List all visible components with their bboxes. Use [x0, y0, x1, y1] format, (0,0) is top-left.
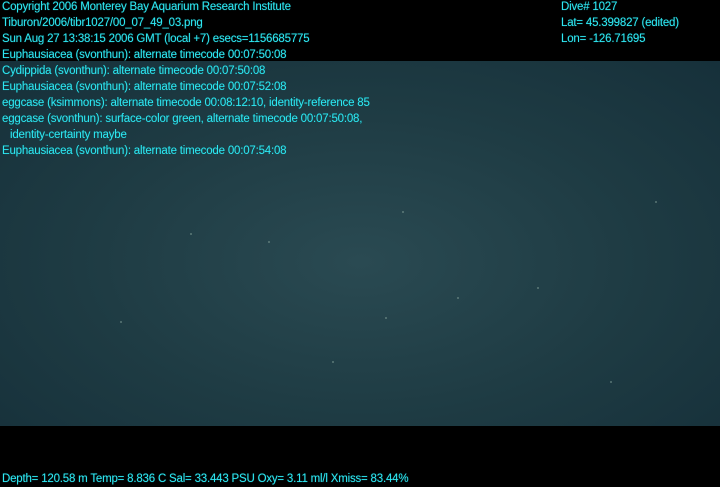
annotation-line: Cydippida (svonthun): alternate timecode… [2, 65, 266, 77]
copyright-line: Copyright 2006 Monterey Bay Aquarium Res… [2, 1, 291, 13]
particle [402, 211, 404, 213]
header-left: Copyright 2006 Monterey Bay Aquarium Res… [2, 0, 370, 159]
annotation-line-continued: identity-certainty maybe [10, 129, 127, 141]
particle [457, 297, 459, 299]
annotation-line: eggcase (ksimmons): alternate timecode 0… [2, 97, 370, 109]
particle [655, 201, 657, 203]
particle [120, 321, 122, 323]
annotation-line: Euphausiacea (svonthun): alternate timec… [2, 81, 287, 93]
particle [332, 361, 334, 363]
particle [610, 381, 612, 383]
particle [268, 241, 270, 243]
image-path: Tiburon/2006/tibr1027/00_07_49_03.png [2, 17, 203, 29]
particle [190, 233, 192, 235]
header-right: Dive# 1027 Lat= 45.399827 (edited) Lon= … [561, 0, 679, 47]
video-frame: Copyright 2006 Monterey Bay Aquarium Res… [0, 0, 720, 486]
dive-number: Dive# 1027 [561, 1, 618, 13]
sensor-readout: Depth= 120.58 m Temp= 8.836 C Sal= 33.44… [2, 473, 409, 485]
longitude: Lon= -126.71695 [561, 33, 646, 45]
annotation-line: eggcase (svonthun): surface-color green,… [2, 113, 363, 125]
annotation-line: Euphausiacea (svonthun): alternate timec… [2, 145, 287, 157]
timestamp-line: Sun Aug 27 13:38:15 2006 GMT (local +7) … [2, 33, 310, 45]
particle [537, 287, 539, 289]
annotation-line: Euphausiacea (svonthun): alternate timec… [2, 49, 287, 61]
latitude: Lat= 45.399827 (edited) [561, 17, 679, 29]
particle [385, 317, 387, 319]
